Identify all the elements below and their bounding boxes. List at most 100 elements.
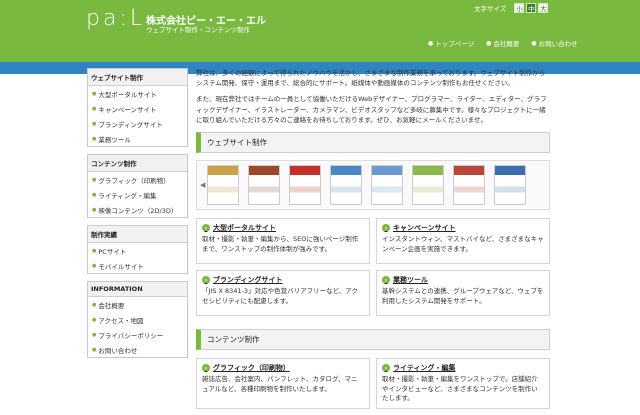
card-title[interactable]: 大型ポータルサイト xyxy=(213,223,276,233)
logo[interactable]: pa:L xyxy=(86,6,145,31)
bullet-icon: ● xyxy=(92,331,97,338)
sidebar-information: INFORMATION ● 会社概要 ● アクセス・地図 ● プライバシーポリシー ●… xyxy=(87,281,188,358)
recruit-text: また、現在弊社ではチームの一員として協働いただけるWebデザイナー、プログラマー… xyxy=(196,95,547,124)
gallery-thumbnail[interactable] xyxy=(494,165,526,206)
nav-top[interactable]: ● トップページ xyxy=(428,38,475,49)
card-branding[interactable]: › ブランディングサイト 「JIS X 8341-3」対応や色覚バリアフリーなど、… xyxy=(196,270,370,317)
card-text: 取材・撮影・執筆・編集から、SEOに強いページ制作まで、ワンストップの制作体制が… xyxy=(202,235,359,253)
bullet-icon: ● xyxy=(92,135,97,142)
thumbnail-header xyxy=(208,166,238,176)
bullet-icon: ● xyxy=(92,120,97,127)
site-header: pa:L 株式会社ピー・エー・エル ウェブサイト制作・コンテンツ制作 文字サイズ… xyxy=(0,0,640,62)
sidebar-item-mobile[interactable]: ● モバイルサイト xyxy=(88,258,187,273)
font-size-small-button[interactable]: 小 xyxy=(514,3,525,13)
card-text: 取材・撮影・執筆・編集をワンストップで。店舗紹介やインタビューなど、さまざまなコ… xyxy=(382,375,538,403)
gallery-thumbnail[interactable] xyxy=(453,165,485,206)
arrow-right-icon: › xyxy=(202,364,210,373)
bullet-icon: ● xyxy=(92,301,97,308)
thumbnail-body xyxy=(249,175,279,205)
thumbnail-body xyxy=(454,175,484,205)
thumbnail-body xyxy=(208,175,238,205)
sidebar-item-writing[interactable]: ● ライティング・編集 xyxy=(88,187,187,202)
arrow-icon: ● xyxy=(486,39,492,47)
sidebar-item-contact[interactable]: ● お問い合わせ xyxy=(88,342,187,357)
sidebar-item-video[interactable]: ● 映像コンテンツ（2D/3D） xyxy=(88,202,187,217)
tagline: ウェブサイト制作・コンテンツ制作 xyxy=(146,26,250,34)
main-content: 弊社は、多くの経験によって得られたノウハウを活かし、さまざまな制作業務を承ってお… xyxy=(196,68,550,415)
gallery-thumbnail[interactable] xyxy=(248,165,280,206)
arrow-icon: ● xyxy=(531,39,537,47)
works-gallery: ◀ xyxy=(196,160,550,211)
card-title[interactable]: ブランディングサイト xyxy=(213,275,283,285)
thumbnail-header xyxy=(495,166,525,176)
bullet-icon: ● xyxy=(92,191,97,198)
font-size-medium-button[interactable]: 中 xyxy=(526,3,537,13)
arrow-right-icon: › xyxy=(382,224,390,233)
card-text: 「JIS X 8341-3」対応や色覚バリアフリーなど、アクセシビリティにも配慮… xyxy=(202,287,358,305)
thumbnail-header xyxy=(331,166,361,176)
thumbnail-body xyxy=(413,175,443,205)
bullet-icon: ● xyxy=(92,206,97,213)
prev-arrow-icon[interactable]: ◀ xyxy=(200,181,205,189)
bullet-icon: ● xyxy=(92,316,97,323)
font-size-label: 文字サイズ xyxy=(474,5,507,13)
sidebar-item-pc[interactable]: ● PCサイト xyxy=(88,243,187,258)
nav-contact-label: お問い合わせ xyxy=(538,40,578,48)
bullet-icon: ● xyxy=(92,105,97,112)
sidebar-item-portal[interactable]: ● 大型ポータルサイト xyxy=(88,86,187,101)
arrow-right-icon: › xyxy=(202,276,210,285)
card-tools[interactable]: › 業務ツール 基幹システムとの連携、グループウェアなど、ウェブを利用したシステム… xyxy=(376,270,550,317)
web-cards: › 大型ポータルサイト 取材・撮影・執筆・編集から、SEOに強いページ制作まで、ワ… xyxy=(196,218,550,322)
thumbnail-header xyxy=(249,166,279,176)
thumbnail-body xyxy=(331,175,361,205)
gallery-thumbnail[interactable] xyxy=(371,165,403,206)
sidebar-heading: 制作実績 xyxy=(88,226,187,243)
sidebar-heading: コンテンツ制作 xyxy=(88,155,187,172)
card-campaign[interactable]: › キャンペーンサイト インスタントウィン、マストバイなど、さまざまなキャンペーン… xyxy=(376,218,550,265)
sidebar-item-tools[interactable]: ● 業務ツール xyxy=(88,131,187,146)
bullet-icon: ● xyxy=(92,90,97,97)
sidebar: ウェブサイト制作 ● 大型ポータルサイト ● キャンペーンサイト ● ブランディングサ… xyxy=(87,68,188,365)
gallery-thumbnail[interactable] xyxy=(330,165,362,206)
arrow-icon: ● xyxy=(428,39,434,47)
gallery-thumbnail[interactable] xyxy=(412,165,444,206)
sidebar-item-campaign[interactable]: ● キャンペーンサイト xyxy=(88,101,187,116)
sidebar-item-privacy[interactable]: ● プライバシーポリシー xyxy=(88,327,187,342)
card-title[interactable]: グラフィック（印刷物） xyxy=(213,363,290,373)
arrow-right-icon: › xyxy=(382,364,390,373)
top-nav: ● トップページ ● 会社概要 ● お問い合わせ xyxy=(428,38,590,49)
card-title[interactable]: キャンペーンサイト xyxy=(393,223,456,233)
nav-contact[interactable]: ● お問い合わせ xyxy=(531,38,578,49)
sidebar-contents: コンテンツ制作 ● グラフィック（印刷物） ● ライティング・編集 ● 映像コンテンツ… xyxy=(87,154,188,218)
thumbnail-body xyxy=(290,175,320,205)
sidebar-works: 制作実績 ● PCサイト ● モバイルサイト xyxy=(87,225,188,274)
card-portal[interactable]: › 大型ポータルサイト 取材・撮影・執筆・編集から、SEOに強いページ制作まで、ワ… xyxy=(196,218,370,265)
card-writing[interactable]: › ライティング・編集 取材・撮影・執筆・編集をワンストップで。店舗紹介やインタビ… xyxy=(376,358,550,409)
sidebar-item-graphic[interactable]: ● グラフィック（印刷物） xyxy=(88,172,187,187)
card-title[interactable]: 業務ツール xyxy=(393,275,428,285)
sidebar-item-branding[interactable]: ● ブランディングサイト xyxy=(88,116,187,131)
thumbnail-body xyxy=(372,175,402,205)
contents-cards: › グラフィック（印刷物） 雑誌広告、会社案内、パンフレット、カタログ、マニュアル… xyxy=(196,358,550,415)
arrow-right-icon: › xyxy=(382,276,390,285)
gallery-thumbnail[interactable] xyxy=(207,165,239,206)
gallery-thumbnail[interactable] xyxy=(289,165,321,206)
card-graphic[interactable]: › グラフィック（印刷物） 雑誌広告、会社案内、パンフレット、カタログ、マニュアル… xyxy=(196,358,370,409)
bullet-icon: ● xyxy=(92,176,97,183)
font-size-large-button[interactable]: 大 xyxy=(538,3,549,13)
arrow-right-icon: › xyxy=(202,224,210,233)
thumbnail-body xyxy=(495,175,525,205)
nav-company[interactable]: ● 会社概要 xyxy=(486,38,519,49)
card-title[interactable]: ライティング・編集 xyxy=(393,363,455,373)
font-size-switcher: 文字サイズ 小 中 大 xyxy=(474,3,549,13)
bullet-icon: ● xyxy=(92,346,97,353)
sidebar-heading: INFORMATION xyxy=(88,282,187,297)
section-heading-web: ウェブサイト制作 xyxy=(196,132,550,154)
card-text: インスタントウィン、マストバイなど、さまざまなキャンペーン企画を実施できます。 xyxy=(382,235,544,253)
nav-top-label: トップページ xyxy=(435,40,475,48)
sidebar-item-company[interactable]: ● 会社概要 xyxy=(88,297,187,312)
sidebar-item-access[interactable]: ● アクセス・地図 xyxy=(88,312,187,327)
thumbnail-header xyxy=(290,166,320,176)
sidebar-web: ウェブサイト制作 ● 大型ポータルサイト ● キャンペーンサイト ● ブランディングサ… xyxy=(87,68,188,147)
card-text: 雑誌広告、会社案内、パンフレット、カタログ、マニュアルなど、各種印刷物を制作いた… xyxy=(202,375,358,393)
